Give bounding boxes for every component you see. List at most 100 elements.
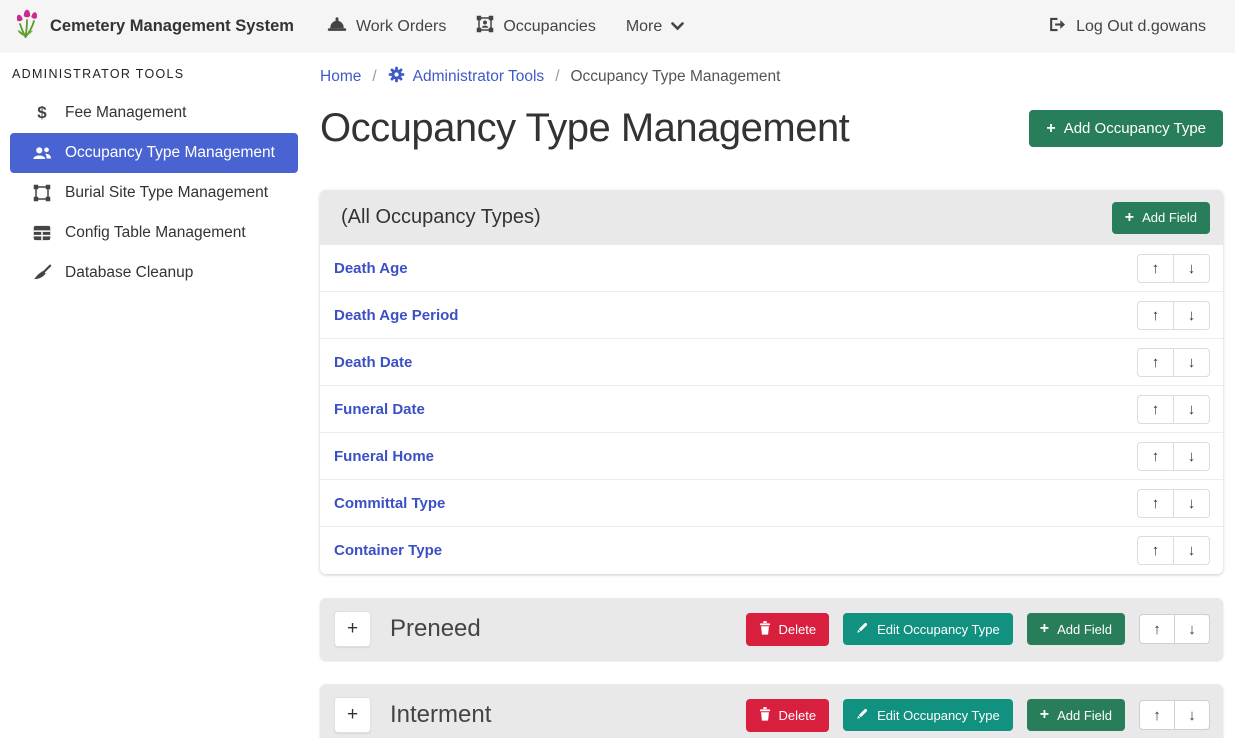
nav-occupancies[interactable]: Occupancies [461,6,611,47]
gear-icon [388,66,405,88]
brand-title: Cemetery Management System [50,17,294,36]
field-row: Death Age Period ↑ ↓ [320,292,1223,339]
move-up-button[interactable]: ↑ [1137,254,1174,283]
burial-site-frame-icon [32,184,52,202]
nav-work-orders[interactable]: Work Orders [312,7,461,47]
breadcrumb-admin-tools-label: Administrator Tools [413,68,545,86]
reorder-controls: ↑ ↓ [1137,536,1210,565]
breadcrumb-separator: / [555,68,559,86]
all-occupancy-types-card: (All Occupancy Types) + Add Field Death … [320,190,1223,574]
reorder-controls: ↑ ↓ [1137,254,1210,283]
move-up-button[interactable]: ↑ [1137,489,1174,518]
field-row: Funeral Date ↑ ↓ [320,386,1223,433]
sidebar-item-label: Database Cleanup [65,264,193,282]
breadcrumb-separator: / [372,68,376,86]
app-brand[interactable]: Cemetery Management System [14,9,294,44]
logout-icon [1048,16,1067,38]
sidebar-item-occupancy-type-management[interactable]: Occupancy Type Management [10,133,298,173]
dollar-icon: $ [32,103,52,123]
delete-button[interactable]: Delete [746,699,830,732]
move-down-button[interactable]: ↓ [1173,489,1210,518]
field-link-death-age-period[interactable]: Death Age Period [334,307,458,324]
reorder-controls: ↑ ↓ [1137,442,1210,471]
expand-toggle-button[interactable]: + [334,611,371,647]
plus-icon: + [1040,621,1049,637]
edit-occupancy-type-button[interactable]: Edit Occupancy Type [843,613,1013,645]
move-down-button[interactable]: ↓ [1173,348,1210,377]
move-down-button[interactable]: ↓ [1173,442,1210,471]
sidebar-item-label: Occupancy Type Management [65,144,275,162]
add-field-button[interactable]: + Add Field [1112,202,1210,234]
section-preneed: + Preneed Delete [320,598,1223,660]
breadcrumb-current: Occupancy Type Management [571,68,781,86]
move-up-button[interactable]: ↑ [1137,395,1174,424]
add-field-button[interactable]: + Add Field [1027,699,1125,731]
field-link-death-age[interactable]: Death Age [334,260,408,277]
breadcrumb-home-link[interactable]: Home [320,68,361,86]
move-up-button[interactable]: ↑ [1137,348,1174,377]
move-down-button[interactable]: ↓ [1173,254,1210,283]
move-up-button[interactable]: ↑ [1139,700,1175,730]
breadcrumb-admin-tools-link[interactable]: Administrator Tools [388,66,545,88]
nav-occupancies-label: Occupancies [503,18,596,36]
section-title: Preneed [390,615,481,643]
sidebar-item-label: Fee Management [65,104,187,122]
add-occupancy-type-button[interactable]: + Add Occupancy Type [1029,110,1223,147]
reorder-controls: ↑ ↓ [1137,395,1210,424]
field-link-funeral-date[interactable]: Funeral Date [334,401,425,418]
logout-label: Log Out d.gowans [1076,18,1206,36]
plus-icon: + [1046,121,1055,137]
section-interment: + Interment Delete [320,684,1223,738]
add-field-button[interactable]: + Add Field [1027,613,1125,645]
sidebar-item-fee-management[interactable]: $ Fee Management [10,93,298,133]
expand-toggle-button[interactable]: + [334,697,371,733]
section-title: Interment [390,701,491,729]
broom-icon [32,264,52,282]
reorder-controls: ↑ ↓ [1137,348,1210,377]
nav-more-label: More [626,18,662,36]
field-link-container-type[interactable]: Container Type [334,542,442,559]
move-down-button[interactable]: ↓ [1173,395,1210,424]
field-link-funeral-home[interactable]: Funeral Home [334,448,434,465]
tulip-logo-icon [14,9,40,44]
move-up-button[interactable]: ↑ [1139,614,1175,644]
trash-icon [759,621,771,638]
reorder-controls: ↑ ↓ [1137,301,1210,330]
move-down-button[interactable]: ↓ [1174,700,1210,730]
pencil-icon [856,707,869,723]
field-row: Funeral Home ↑ ↓ [320,433,1223,480]
delete-button[interactable]: Delete [746,613,830,646]
sidebar-item-burial-site-type-management[interactable]: Burial Site Type Management [10,173,298,213]
nav-more[interactable]: More [611,9,699,45]
plus-icon: + [1040,707,1049,723]
sidebar-heading: ADMINISTRATOR TOOLS [10,67,298,81]
move-down-button[interactable]: ↓ [1173,536,1210,565]
move-up-button[interactable]: ↑ [1137,442,1174,471]
occupancy-frame-icon [476,15,494,38]
sidebar-item-database-cleanup[interactable]: Database Cleanup [10,253,298,293]
plus-icon: + [1125,210,1134,226]
move-down-button[interactable]: ↓ [1174,614,1210,644]
logout-button[interactable]: Log Out d.gowans [1033,7,1221,47]
users-icon [32,146,52,161]
top-navbar: Cemetery Management System Work Orders [0,0,1235,53]
field-row: Death Age ↑ ↓ [320,245,1223,292]
chevron-down-icon [671,18,684,36]
pencil-icon [856,621,869,637]
move-up-button[interactable]: ↑ [1137,536,1174,565]
breadcrumb: Home / Administrator Tool [320,65,1223,88]
sidebar: ADMINISTRATOR TOOLS $ Fee Management Occ… [0,53,300,738]
move-down-button[interactable]: ↓ [1173,301,1210,330]
field-link-death-date[interactable]: Death Date [334,354,412,371]
move-up-button[interactable]: ↑ [1137,301,1174,330]
all-occupancy-types-title: (All Occupancy Types) [341,206,541,229]
table-icon [32,225,52,241]
field-link-committal-type[interactable]: Committal Type [334,495,445,512]
sidebar-item-label: Burial Site Type Management [65,184,268,202]
field-row: Committal Type ↑ ↓ [320,480,1223,527]
edit-occupancy-type-button[interactable]: Edit Occupancy Type [843,699,1013,731]
sidebar-item-config-table-management[interactable]: Config Table Management [10,213,298,253]
nav-work-orders-label: Work Orders [356,18,446,36]
reorder-controls: ↑ ↓ [1137,489,1210,518]
reorder-controls: ↑ ↓ [1139,700,1210,730]
